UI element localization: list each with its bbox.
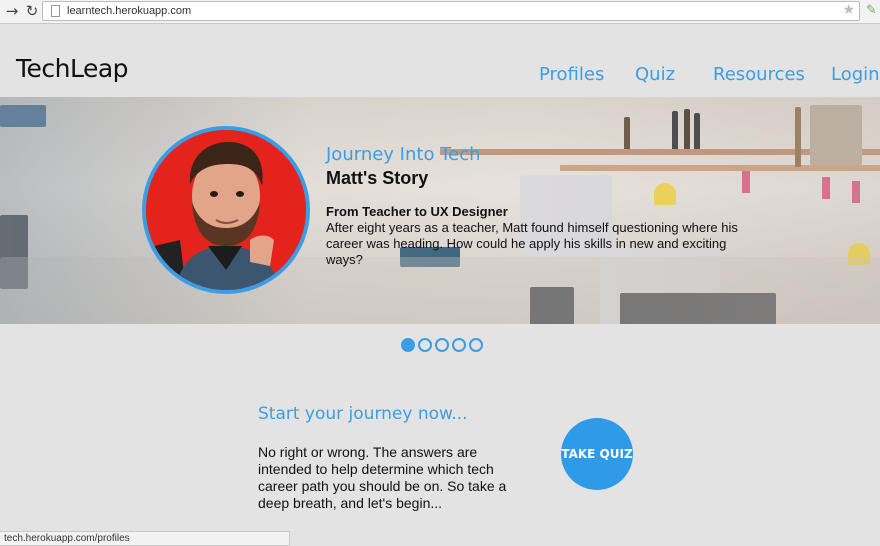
nav-resources[interactable]: Resources (713, 64, 805, 85)
nav-login[interactable]: Login (831, 64, 880, 85)
back-icon[interactable]: → (4, 3, 20, 19)
hero-kicker: Journey Into Tech (326, 144, 481, 165)
site-logo[interactable]: TechLeap (16, 54, 129, 83)
status-bar-url: tech.herokuapp.com/profiles (0, 531, 290, 546)
nav-profiles[interactable]: Profiles (539, 64, 604, 85)
nav-quiz[interactable]: Quiz (635, 64, 675, 85)
address-bar[interactable]: learntech.herokuapp.com ★ (42, 1, 860, 21)
reload-icon[interactable]: ↻ (24, 3, 40, 19)
extension-icon[interactable]: ✎ (866, 3, 877, 18)
profile-avatar[interactable] (142, 126, 310, 294)
carousel-dot-2[interactable] (418, 338, 432, 352)
hero-title: Matt's Story (326, 168, 429, 188)
cta-heading: Start your journey now... (258, 404, 468, 424)
hero-subtitle: From Teacher to UX Designer (326, 204, 508, 219)
carousel-pagination (401, 338, 483, 352)
take-quiz-button[interactable]: TAKE QUIZ (561, 418, 633, 490)
carousel-dot-3[interactable] (435, 338, 449, 352)
hero-body-text: After eight years as a teacher, Matt fou… (326, 220, 738, 267)
carousel-dot-5[interactable] (469, 338, 483, 352)
page-icon (51, 5, 60, 17)
star-icon[interactable]: ★ (842, 2, 855, 18)
cta-body-text: No right or wrong. The answers are inten… (258, 444, 507, 511)
carousel-dot-1[interactable] (401, 338, 415, 352)
url-text[interactable]: learntech.herokuapp.com (67, 5, 191, 17)
browser-toolbar: → ↻ learntech.herokuapp.com ★ ✎ (0, 0, 880, 24)
carousel-dot-4[interactable] (452, 338, 466, 352)
person-photo-icon (146, 130, 306, 290)
